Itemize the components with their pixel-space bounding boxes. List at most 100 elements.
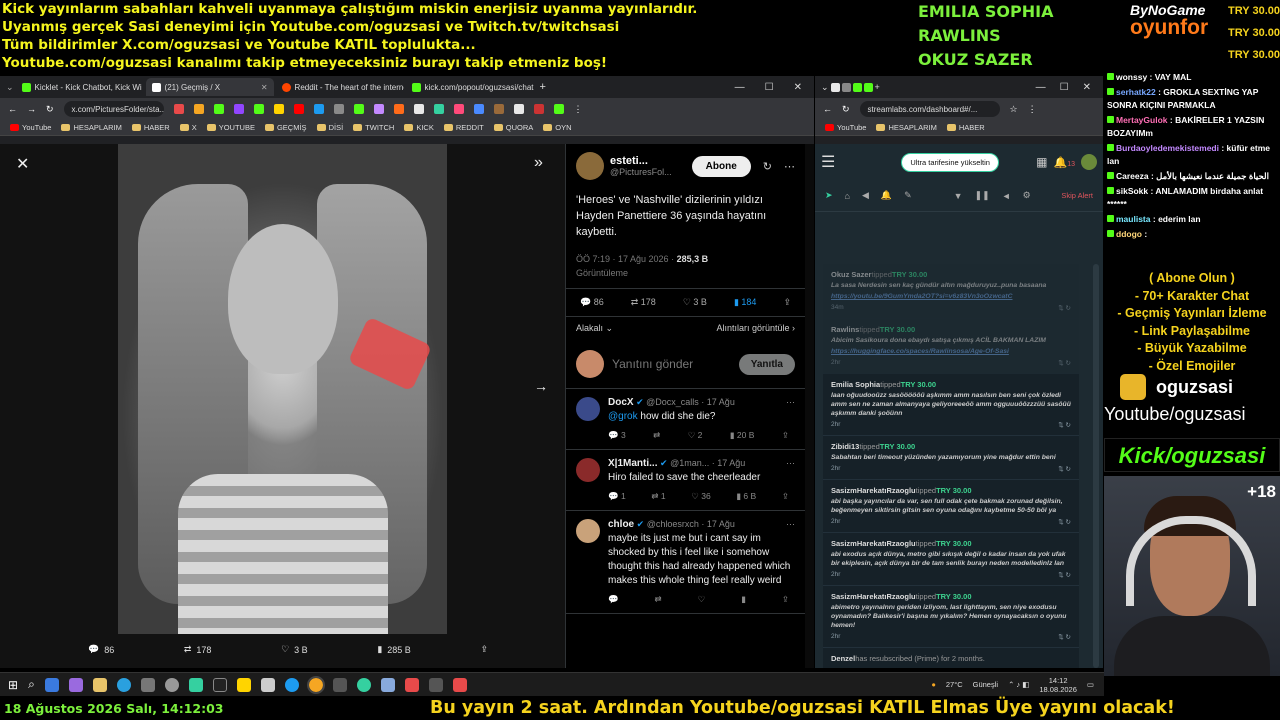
avatar[interactable] <box>576 458 600 482</box>
forward-icon[interactable]: → <box>27 104 36 114</box>
like-action[interactable]: ♡ 2 <box>688 430 703 441</box>
extension-icon[interactable] <box>473 104 484 114</box>
view-quotes-link[interactable]: Alıntıları görüntüle › <box>716 323 795 334</box>
bookmark-hesaplarim[interactable]: HESAPLARIM <box>61 123 122 132</box>
app-icon[interactable] <box>188 677 203 692</box>
maximize-icon[interactable]: ☐ <box>1060 82 1069 93</box>
bookmark-oyn[interactable]: OYN <box>543 123 572 132</box>
minimize-icon[interactable]: — <box>1036 82 1046 93</box>
tab-kicklet[interactable]: Kicklet - Kick Chatbot, Kick Wi✕ <box>16 78 144 96</box>
chat-username[interactable]: serhatk22 <box>1116 87 1156 97</box>
reply-author[interactable]: chloe <box>608 519 634 530</box>
scrollbar[interactable] <box>1093 264 1099 668</box>
settings-icon[interactable]: ⚙ <box>1023 190 1031 201</box>
extension-icon[interactable] <box>373 104 384 114</box>
alert-item[interactable]: SasizmHarekatıRzaoglutippedTRY 30.00 abi … <box>823 533 1079 586</box>
new-tab-icon[interactable]: + <box>875 82 880 92</box>
volume-icon[interactable]: ◄ <box>1002 191 1011 201</box>
extension-icon[interactable] <box>353 104 364 114</box>
tweet-photo[interactable] <box>118 144 447 634</box>
tab-kick-chat[interactable]: kick.com/popout/oguzsasi/chat✕ <box>406 78 534 96</box>
extension-icon[interactable] <box>533 104 544 114</box>
bookmark-youtube[interactable]: YouTube <box>825 123 866 132</box>
retweet-action[interactable]: ⇄ 178 <box>631 297 656 308</box>
settings-icon[interactable] <box>164 677 179 692</box>
home-icon[interactable]: ⌂ <box>845 191 850 201</box>
bookmark-hesaplarim[interactable]: HESAPLARIM <box>876 123 937 132</box>
retweet-action[interactable]: ⇄ 178 <box>184 644 212 655</box>
edge-icon[interactable] <box>116 677 131 692</box>
pause-icon[interactable]: ❚❚ <box>975 190 990 201</box>
app-icon[interactable] <box>236 677 251 692</box>
tray-icons[interactable]: ⌃ ♪ ◧ <box>1008 680 1029 689</box>
menu-icon[interactable]: ⋮ <box>1028 104 1037 115</box>
extension-icon[interactable] <box>173 104 184 114</box>
chat-username[interactable]: ddogo <box>1116 229 1142 239</box>
mention-link[interactable]: @grok <box>608 411 638 422</box>
share-icon[interactable]: ⇪ <box>782 594 789 605</box>
extension-icon[interactable] <box>253 104 264 114</box>
chat-username[interactable]: wonssy <box>1116 72 1147 82</box>
bookmark-youtube[interactable]: YouTube <box>10 123 51 132</box>
extension-icon[interactable] <box>513 104 524 114</box>
app-icon[interactable] <box>404 677 419 692</box>
reply-action[interactable]: 💬 86 <box>580 297 604 308</box>
app-icon[interactable] <box>212 677 227 692</box>
more-icon[interactable]: ⋯ <box>786 458 795 469</box>
tab-reddit[interactable]: Reddit - The heart of the interne✕ <box>276 78 404 96</box>
like-action[interactable]: ♡ <box>698 594 706 605</box>
app-icon[interactable] <box>356 677 371 692</box>
author-name[interactable]: esteti... <box>610 155 672 167</box>
bell-icon[interactable]: 🔔 <box>881 190 892 201</box>
bookmark-x[interactable]: X <box>179 123 197 132</box>
views-action[interactable]: ▮ 285 B <box>377 644 410 655</box>
bookmark-twitch[interactable]: TWITCH <box>353 123 394 132</box>
back-icon[interactable]: ← <box>823 104 832 114</box>
collapse-icon[interactable]: » <box>534 154 543 172</box>
hamburger-menu-icon[interactable]: ☰ <box>821 152 835 172</box>
retweet-action[interactable]: ⇄ <box>655 594 662 605</box>
bookmark-disi[interactable]: DİSİ <box>316 123 343 132</box>
tab-search-icon[interactable]: ⌄ <box>821 82 829 93</box>
folder-icon[interactable] <box>92 677 107 692</box>
avatar[interactable] <box>576 397 600 421</box>
app-icon[interactable] <box>44 677 59 692</box>
extension-icon[interactable] <box>193 104 204 114</box>
reply-button[interactable]: Yanıtla <box>738 353 795 375</box>
close-icon[interactable]: ✕ <box>16 154 29 174</box>
reply-action[interactable]: 💬 3 <box>608 430 626 441</box>
replay-icon[interactable]: ⇅ ↻ <box>1058 633 1071 641</box>
new-tab-icon[interactable]: + <box>540 81 546 93</box>
app-icon[interactable] <box>260 677 275 692</box>
alert-item[interactable]: Zibidi13tippedTRY 30.00 Sabahtan beri tim… <box>823 436 1079 480</box>
chat-username[interactable]: Burdaoyledemekistemedi <box>1116 143 1219 153</box>
extension-icon[interactable] <box>493 104 504 114</box>
alert-item[interactable]: Denzelhas resubscribed (Prime) for 2 mon… <box>823 648 1079 668</box>
alert-item[interactable]: Emilia SophiatippedTRY 30.00 laan oğuudoo… <box>823 374 1079 436</box>
reply-author[interactable]: DocX <box>608 397 634 408</box>
reply-action[interactable]: 💬 <box>608 594 619 605</box>
chat-username[interactable]: maulista <box>1116 214 1151 224</box>
notification-center-icon[interactable]: ▭ <box>1087 680 1094 689</box>
alert-link[interactable]: https://huggingface.co/spaces/Rawlinsosa… <box>831 347 1071 356</box>
views-action[interactable]: ▮ 6 B <box>736 491 756 502</box>
reply-input[interactable]: Yanıtını gönder <box>612 357 693 371</box>
replay-icon[interactable]: ⇅ ↻ <box>1058 518 1071 526</box>
app-icon[interactable] <box>284 677 299 692</box>
alert-link[interactable]: https://youtu.be/9GumYmda2OT?si=v6z83Vn3… <box>831 292 1071 301</box>
reload-icon[interactable]: ↻ <box>842 104 850 115</box>
reply-item[interactable]: chloe ✔ @chloesrxch · 17 Ağu ⋯ maybe its … <box>566 511 805 614</box>
address-bar[interactable]: streamlabs.com/dashboard#/... <box>859 101 1000 117</box>
camera-icon[interactable] <box>140 677 155 692</box>
extension-icon[interactable] <box>313 104 324 114</box>
more-icon[interactable]: ⋯ <box>786 397 795 408</box>
tab-search-icon[interactable]: ⌄ <box>6 82 14 93</box>
more-icon[interactable]: ⋯ <box>784 160 795 173</box>
app-icon[interactable] <box>380 677 395 692</box>
bookmark-youtube-folder[interactable]: YOUTUBE <box>206 123 255 132</box>
back-icon[interactable]: ← <box>8 104 17 114</box>
kick-icon[interactable] <box>863 82 873 92</box>
app-icon[interactable] <box>452 677 467 692</box>
app-icon[interactable] <box>332 677 347 692</box>
replay-icon[interactable]: ⇅ ↻ <box>1058 304 1071 312</box>
